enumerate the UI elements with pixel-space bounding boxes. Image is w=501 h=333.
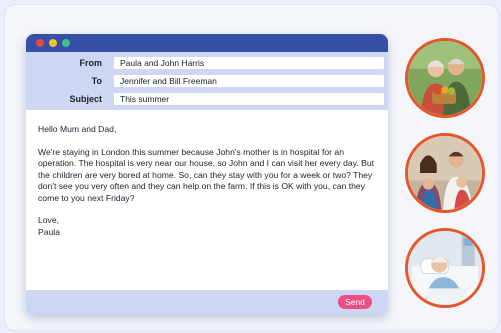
subject-row: Subject This summer	[26, 92, 388, 106]
older-couple-icon	[408, 41, 482, 115]
from-row: From Paula and John Harris	[26, 56, 388, 70]
from-field[interactable]: Paula and John Harris	[114, 57, 384, 69]
hospital-patient-icon	[408, 231, 482, 305]
close-dot-icon[interactable]	[36, 39, 44, 47]
hospital-patient-photo	[405, 228, 485, 308]
subject-field[interactable]: This summer	[114, 93, 384, 105]
to-label: To	[91, 76, 102, 86]
email-message: We're staying in London this summer beca…	[38, 146, 374, 203]
minimize-dot-icon[interactable]	[49, 39, 57, 47]
email-header: From Paula and John Harris To Jennifer a…	[26, 52, 388, 110]
family-photo	[405, 133, 485, 213]
maximize-dot-icon[interactable]	[62, 39, 70, 47]
email-greeting: Hello Mum and Dad,	[38, 124, 117, 134]
email-body[interactable]: Hello Mum and Dad, We're staying in Lond…	[26, 110, 388, 292]
window-titlebar	[26, 34, 388, 52]
email-window: From Paula and John Harris To Jennifer a…	[26, 34, 388, 314]
email-signature: Paula	[38, 226, 60, 237]
family-icon	[408, 136, 482, 210]
to-row: To Jennifer and Bill Freeman	[26, 74, 388, 88]
send-button[interactable]: Send	[338, 295, 372, 309]
older-couple-photo	[405, 38, 485, 118]
subject-label: Subject	[69, 94, 102, 104]
email-closing: Love,	[38, 215, 60, 225]
to-field[interactable]: Jennifer and Bill Freeman	[114, 75, 384, 87]
email-footer: Send	[26, 290, 388, 314]
from-label: From	[79, 58, 103, 68]
